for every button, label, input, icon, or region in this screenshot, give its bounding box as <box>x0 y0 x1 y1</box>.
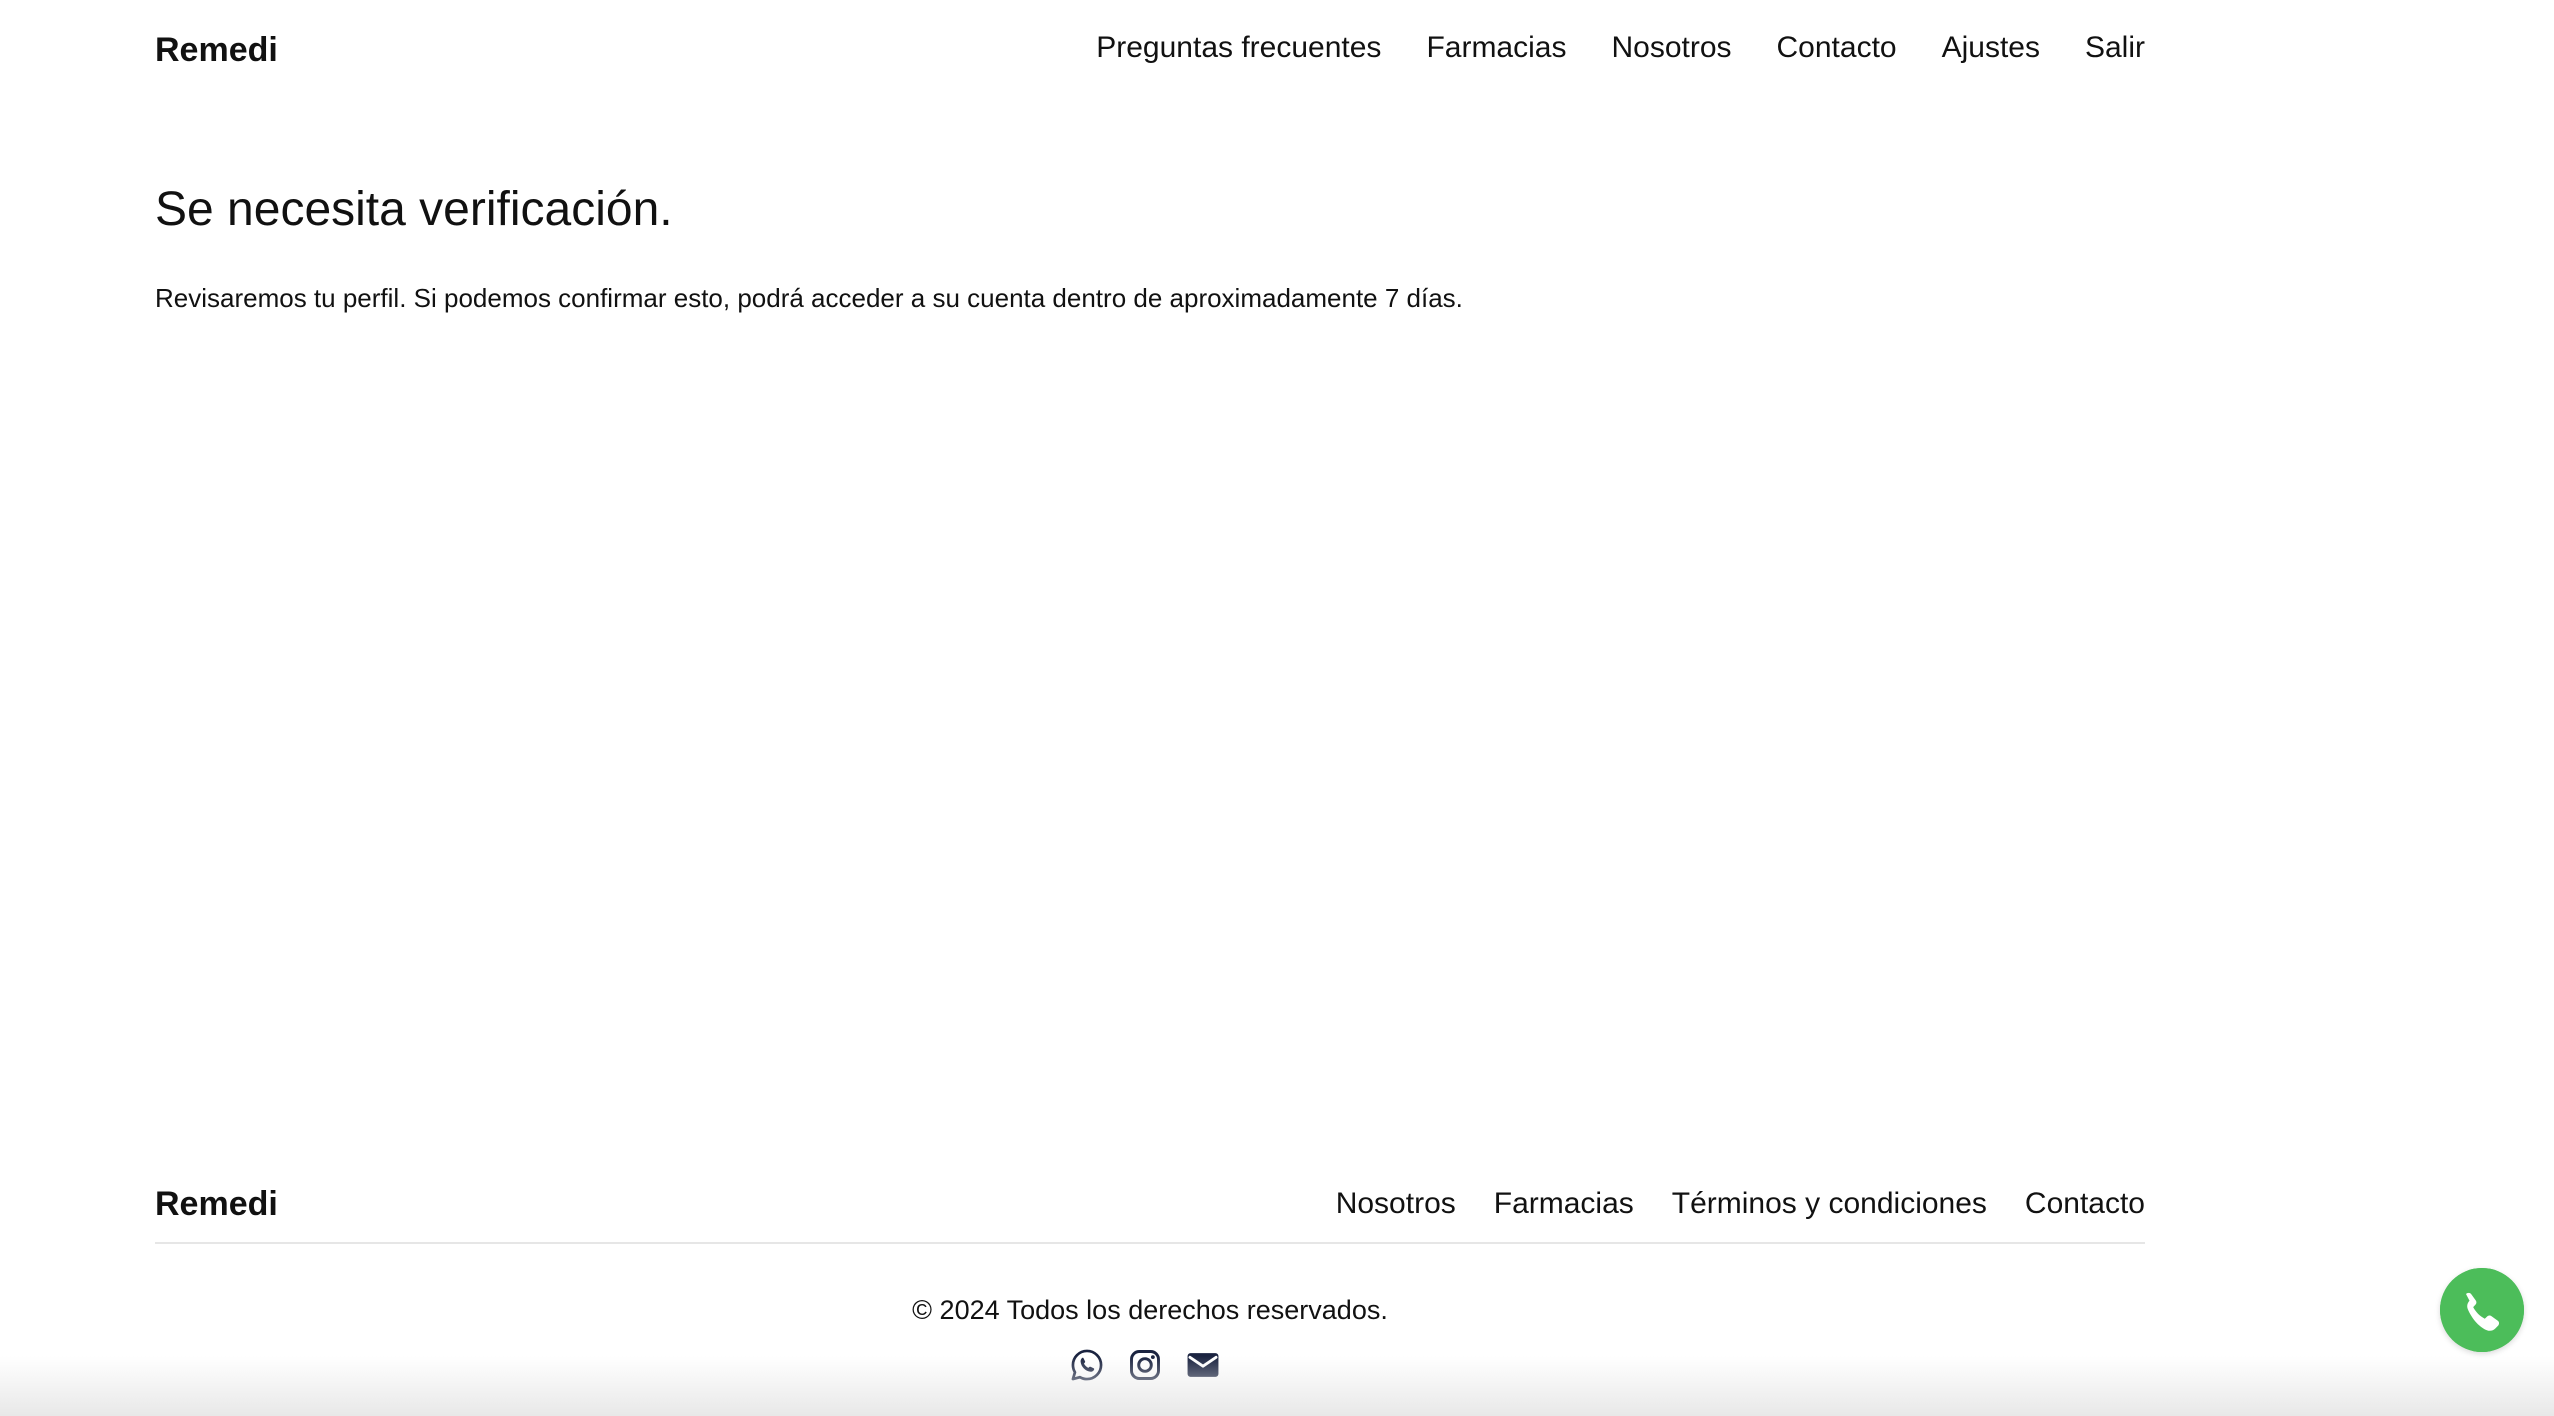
footer-link-pharmacies[interactable]: Farmacias <box>1494 1182 1634 1226</box>
footer-divider <box>155 1242 2145 1244</box>
nav-link-settings[interactable]: Ajustes <box>1942 28 2040 68</box>
whatsapp-float-button[interactable] <box>2440 1268 2524 1352</box>
footer-brand[interactable]: Remedi <box>155 1182 278 1226</box>
page: Remedi Preguntas frecuentes Farmacias No… <box>0 0 2554 1416</box>
page-title: Se necesita verificación. <box>155 183 673 236</box>
footer-top: Remedi Nosotros Farmacias Términos y con… <box>155 1170 2145 1240</box>
verification-message: Revisaremos tu perfil. Si podemos confir… <box>155 283 1463 313</box>
instagram-icon[interactable] <box>1126 1346 1164 1384</box>
whatsapp-icon[interactable] <box>1068 1346 1106 1384</box>
site-footer: Remedi Nosotros Farmacias Términos y con… <box>0 1170 2554 1416</box>
nav-link-logout[interactable]: Salir <box>2085 28 2145 68</box>
footer-link-contact[interactable]: Contacto <box>2025 1182 2145 1226</box>
nav-link-about[interactable]: Nosotros <box>1611 28 1731 68</box>
social-links <box>0 1346 2290 1384</box>
top-nav: Preguntas frecuentes Farmacias Nosotros … <box>1096 28 2145 68</box>
nav-link-contact[interactable]: Contacto <box>1777 28 1897 68</box>
nav-link-faq[interactable]: Preguntas frecuentes <box>1096 28 1381 68</box>
brand-logo[interactable]: Remedi <box>155 28 278 72</box>
whatsapp-icon <box>2440 1268 2524 1352</box>
footer-link-about[interactable]: Nosotros <box>1336 1182 1456 1226</box>
main-content: Se necesita verificación. Revisaremos tu… <box>155 180 2145 316</box>
copyright-text: © 2024 Todos los derechos reservados. <box>912 1295 1388 1325</box>
nav-link-pharmacies[interactable]: Farmacias <box>1426 28 1566 68</box>
footer-link-terms[interactable]: Términos y condiciones <box>1672 1182 1987 1226</box>
site-header: Remedi Preguntas frecuentes Farmacias No… <box>155 0 2145 100</box>
footer-nav: Nosotros Farmacias Términos y condicione… <box>1336 1182 2145 1226</box>
mail-icon[interactable] <box>1184 1346 1222 1384</box>
